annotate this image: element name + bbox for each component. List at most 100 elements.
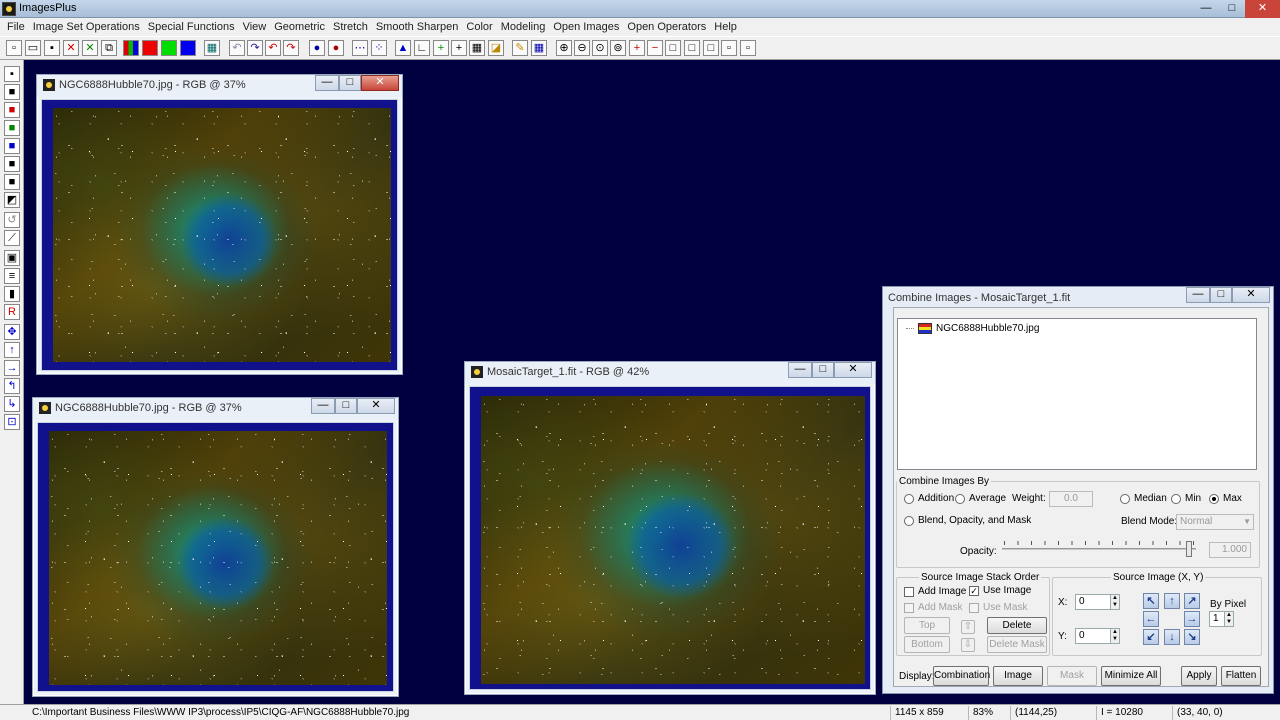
menu-smooth-sharpen[interactable]: Smooth Sharpen — [372, 18, 463, 36]
menu-geometric[interactable]: Geometric — [270, 18, 329, 36]
tool-lines-icon[interactable]: ≡ — [4, 268, 20, 284]
dialog-minimize-button[interactable]: — — [1186, 287, 1210, 303]
grid-icon[interactable]: ▦ — [469, 40, 485, 56]
top-button[interactable]: Top — [904, 617, 950, 634]
arrow-up-right-icon[interactable]: ↗ — [1184, 593, 1200, 609]
image-window-3[interactable]: MosaicTarget_1.fit - RGB @ 42% — □ ✕ — [464, 361, 876, 695]
dialog-close-button[interactable]: ✕ — [1232, 287, 1270, 303]
flatten-button[interactable]: Flatten — [1221, 666, 1261, 686]
use-image-checkbox[interactable]: ✓ Use Image — [969, 585, 1031, 596]
zoom-in-icon[interactable]: ⊕ — [556, 40, 572, 56]
x-field[interactable]: 0 — [1075, 594, 1111, 610]
close-button[interactable]: ✕ — [357, 398, 395, 414]
blend-mode-select[interactable]: Normal ▼ — [1176, 514, 1254, 530]
menu-special-functions[interactable]: Special Functions — [144, 18, 239, 36]
plus-frame-icon[interactable]: + — [629, 40, 645, 56]
maximize-button[interactable]: □ — [339, 75, 361, 91]
arrow-down-icon[interactable]: ↓ — [1164, 629, 1180, 645]
window-title-bar[interactable]: NGC6888Hubble70.jpg - RGB @ 37% — □ ✕ — [33, 398, 398, 420]
tree-item[interactable]: NGC6888Hubble70.jpg — [906, 323, 1039, 334]
arrow-left-icon[interactable]: ← — [1143, 611, 1159, 627]
add-mask-checkbox[interactable]: Add Mask — [904, 602, 962, 613]
menu-modeling[interactable]: Modeling — [497, 18, 550, 36]
menu-color[interactable]: Color — [462, 18, 496, 36]
y-spinner[interactable]: ▲ ▼ — [1110, 628, 1120, 644]
by-pixel-spinner[interactable]: ▲ ▼ — [1224, 611, 1234, 627]
nebula-image[interactable] — [53, 108, 391, 362]
menu-help[interactable]: Help — [710, 18, 741, 36]
by-pixel-field[interactable]: 1 — [1209, 611, 1225, 627]
close-button[interactable]: ✕ — [361, 75, 399, 91]
luminance-icon[interactable]: ▦ — [204, 40, 220, 56]
minimize-button[interactable]: — — [315, 75, 339, 91]
palette-icon[interactable]: ◪ — [488, 40, 504, 56]
weight-field[interactable]: 0.0 — [1049, 491, 1093, 507]
flip-icon[interactable]: ⊡ — [4, 414, 20, 430]
crosshair-icon[interactable]: + — [451, 40, 467, 56]
arrow-up-icon[interactable]: ↑ — [4, 342, 20, 358]
mask-icon[interactable]: ● — [309, 40, 325, 56]
apply-button[interactable]: Apply — [1181, 666, 1217, 686]
use-mask-checkbox[interactable]: Use Mask — [969, 602, 1027, 613]
tool-lasso-icon[interactable]: ↺ — [4, 212, 20, 228]
app-maximize-button[interactable]: □ — [1219, 0, 1245, 18]
app-minimize-button[interactable]: — — [1193, 0, 1219, 18]
arrow-up-icon[interactable]: ↑ — [1164, 593, 1180, 609]
frame-1-icon[interactable]: □ — [665, 40, 681, 56]
nebula-image[interactable] — [49, 431, 387, 685]
tool-gray-icon[interactable]: ◩ — [4, 192, 20, 208]
move-icon[interactable]: ✥ — [4, 324, 20, 340]
new-icon[interactable]: ▫ — [6, 40, 22, 56]
arrow-right-icon[interactable]: → — [1184, 611, 1200, 627]
image-button[interactable]: Image — [993, 666, 1043, 686]
save-icon[interactable]: ▪ — [44, 40, 60, 56]
tool-teal-icon[interactable]: ■ — [4, 174, 20, 190]
histogram-icon[interactable]: ▲ — [395, 40, 411, 56]
rgb-channels-icon[interactable] — [123, 40, 139, 56]
close-button[interactable]: ✕ — [834, 362, 872, 378]
move-down-button[interactable]: ⇩ — [961, 638, 975, 652]
crosshair-green-icon[interactable]: + — [433, 40, 449, 56]
combine-images-dialog[interactable]: Combine Images - MosaicTarget_1.fit — □ … — [882, 286, 1274, 694]
menu-stretch[interactable]: Stretch — [329, 18, 372, 36]
blue-channel-icon[interactable] — [180, 40, 196, 56]
y-field[interactable]: 0 — [1075, 628, 1111, 644]
tool-diagonal-icon[interactable]: ⟋ — [4, 230, 20, 246]
minimize-button[interactable]: — — [311, 398, 335, 414]
image-window-2[interactable]: NGC6888Hubble70.jpg - RGB @ 37% — □ ✕ — [32, 397, 399, 697]
max-radio[interactable]: Max — [1209, 493, 1242, 504]
open-folder-icon[interactable]: ▭ — [25, 40, 41, 56]
tool-r-icon[interactable]: R — [4, 304, 20, 320]
move-up-button[interactable]: ⇧ — [961, 620, 975, 634]
menu-open-operators[interactable]: Open Operators — [623, 18, 710, 36]
redo-all-icon[interactable]: ↷ — [283, 40, 299, 56]
dotted-line-icon[interactable]: ⋯ — [352, 40, 368, 56]
copy-icon[interactable]: ⧉ — [101, 40, 117, 56]
arrow-up-left-icon[interactable]: ↖ — [1143, 593, 1159, 609]
app-close-button[interactable]: ✕ — [1245, 0, 1280, 18]
minimize-all-button[interactable]: Minimize All — [1101, 666, 1161, 686]
tool-save-icon[interactable]: ▪ — [4, 66, 20, 82]
frame-2-icon[interactable]: □ — [684, 40, 700, 56]
zoom-actual-icon[interactable]: ⊚ — [610, 40, 626, 56]
zoom-fit-icon[interactable]: ⊙ — [592, 40, 608, 56]
delete-image-button[interactable]: Delete Image — [987, 617, 1047, 646]
tool-blue-icon[interactable]: ■ — [4, 138, 20, 154]
delete-mask-button[interactable]: Delete Mask — [987, 636, 1047, 653]
bottom-button[interactable]: Bottom — [904, 636, 950, 653]
table-icon[interactable]: ▦ — [531, 40, 547, 56]
tool-select-icon[interactable]: ▣ — [4, 250, 20, 266]
window-title-bar[interactable]: MosaicTarget_1.fit - RGB @ 42% — □ ✕ — [465, 362, 875, 384]
zoom-out-icon[interactable]: ⊖ — [574, 40, 590, 56]
menu-view[interactable]: View — [239, 18, 271, 36]
median-radio[interactable]: Median — [1120, 493, 1167, 504]
pencil-icon[interactable]: ✎ — [512, 40, 528, 56]
frame-3-icon[interactable]: □ — [703, 40, 719, 56]
addition-radio[interactable]: Addition — [904, 493, 954, 504]
image-window-1[interactable]: NGC6888Hubble70.jpg - RGB @ 37% — □ ✕ — [36, 74, 403, 375]
maximize-button[interactable]: □ — [335, 398, 357, 414]
close-image-icon[interactable]: ✕ — [63, 40, 79, 56]
window-title-bar[interactable]: NGC6888Hubble70.jpg - RGB @ 37% — □ ✕ — [37, 75, 402, 97]
green-channel-icon[interactable] — [161, 40, 177, 56]
redo-icon[interactable]: ↷ — [247, 40, 263, 56]
